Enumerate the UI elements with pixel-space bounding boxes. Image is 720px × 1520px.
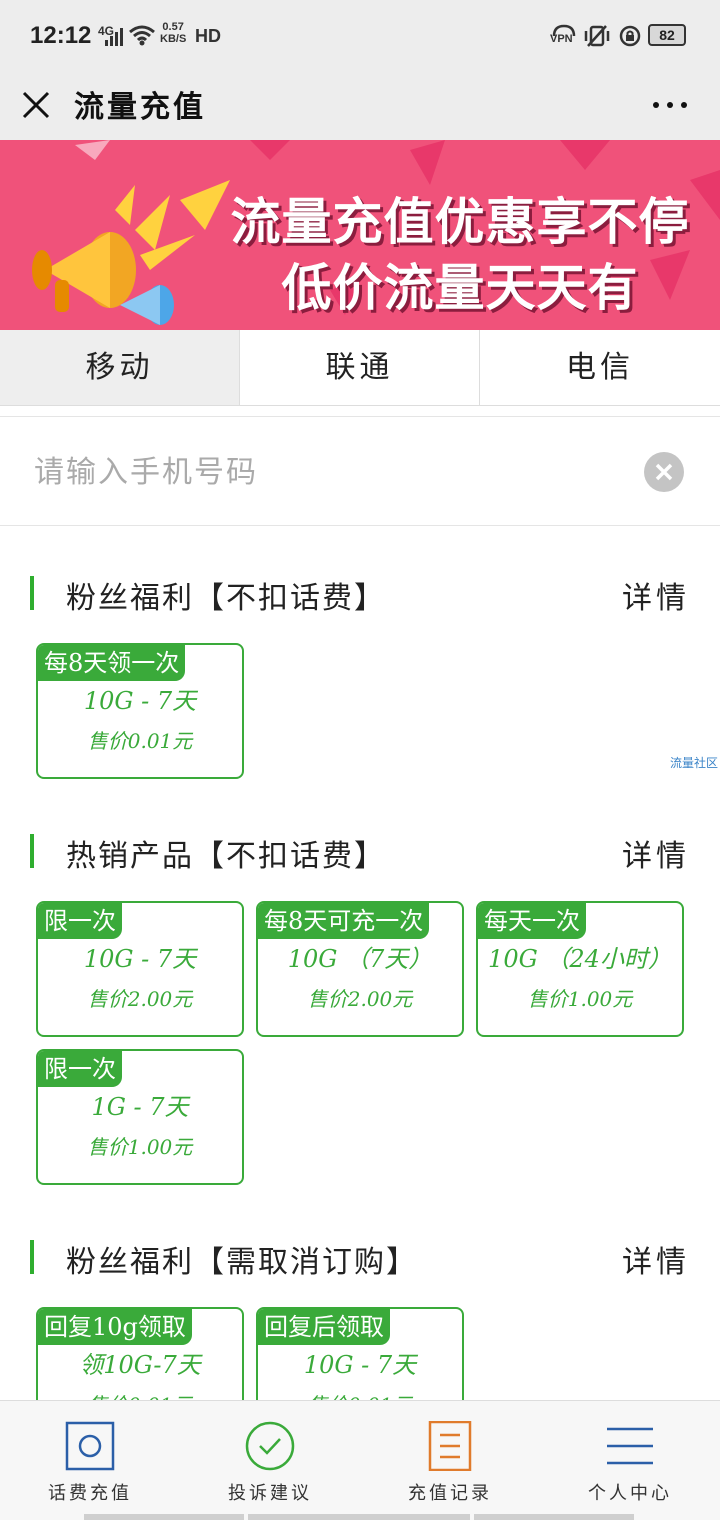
product-card[interactable]: 限一次 1G - 7天 售价1.00元 [36,1049,244,1185]
banner-line-2: 低价流量天天有 [281,259,639,317]
vpn-icon: VPN [550,24,578,48]
bottom-nav-label: 个人中心 [588,1483,672,1504]
clear-icon [655,463,673,481]
card-spec: 10G - 7天 [303,1351,417,1379]
carrier-tabs: 移动 联通 电信 [0,330,720,406]
bottom-nav-label: 充值记录 [408,1483,492,1504]
bottom-nav-recharge[interactable]: 话费充值 [0,1401,180,1520]
promo-banner[interactable]: 流量充值优惠享不停 低价流量天天有 [0,140,720,330]
rotation-lock-icon [619,25,641,47]
bottom-nav-records[interactable]: 充值记录 [360,1401,540,1520]
section-accent-bar [30,1240,34,1274]
section-header: 粉丝福利【需取消订购】 详情 [0,1232,720,1282]
card-tag: 每8天可充一次 [258,903,430,939]
check-circle-icon [245,1421,295,1471]
page-title: 流量充值 [74,90,206,125]
banner-line-1: 流量充值优惠享不停 [230,193,690,251]
section-header: 粉丝福利【不扣话费】 详情 [0,568,720,618]
more-icon [653,102,687,108]
section-accent-bar [30,576,34,610]
clear-button[interactable] [644,452,684,492]
details-link[interactable]: 详情 [622,831,690,875]
product-card[interactable]: 每天一次 10G （24小时） 售价1.00元 [476,901,684,1037]
card-tag: 回复后领取 [258,1309,390,1345]
battery-indicator: 82 [648,24,686,46]
product-card[interactable]: 限一次 10G - 7天 售价2.00元 [36,901,244,1037]
vibrate-icon [584,25,610,47]
more-button[interactable] [648,88,692,122]
bottom-indicator [248,1514,470,1520]
card-spec: 10G - 7天 [83,687,197,715]
section-title: 粉丝福利【需取消订购】 [66,1245,418,1280]
card-price: 售价2.00元 [87,987,193,1011]
section-title: 粉丝福利【不扣话费】 [66,581,386,616]
bottom-nav-profile[interactable]: 个人中心 [540,1401,720,1520]
card-tag: 限一次 [38,903,122,939]
bottom-nav-label: 投诉建议 [228,1483,312,1504]
card-price: 售价0.01元 [87,729,193,753]
card-price: 售价1.00元 [527,987,633,1011]
signal-icon [105,28,123,46]
card-tag: 每天一次 [478,903,586,939]
card-tag: 限一次 [38,1051,122,1087]
community-link[interactable]: 流量社区 [670,754,718,771]
card-tag: 回复10g领取 [38,1309,192,1345]
phone-input-row [0,416,720,526]
card-price: 售价2.00元 [307,987,413,1011]
wifi-icon [129,25,155,46]
section-accent-bar [30,834,34,868]
nav-bar: 流量充值 [0,70,720,140]
bottom-indicator [474,1514,634,1520]
card-spec: 10G （7天） [287,945,433,973]
bottom-nav-label: 话费充值 [48,1483,132,1504]
tab-unicom[interactable]: 联通 [240,330,480,405]
section-header: 热销产品【不扣话费】 详情 [0,826,720,876]
close-icon [22,91,50,119]
card-spec: 1G - 7天 [91,1093,189,1121]
megaphone-icon [32,185,195,325]
card-price: 售价1.00元 [87,1135,193,1159]
details-link[interactable]: 详情 [622,1237,690,1281]
close-button[interactable] [16,80,60,130]
product-card[interactable]: 每8天可充一次 10G （7天） 售价2.00元 [256,901,464,1037]
document-icon [428,1421,472,1471]
network-speed: 0.57 KB/S [160,21,187,45]
details-link[interactable]: 详情 [622,573,690,617]
recharge-icon [65,1421,115,1471]
status-time: 12:12 [30,22,92,49]
product-card[interactable]: 每8天领一次 10G - 7天 售价0.01元 [36,643,244,779]
hd-indicator: HD [195,26,221,46]
card-spec: 10G （24小时） [488,945,672,973]
status-bar: 12:12 4G 0.57 KB/S HD VPN 82 [0,0,720,70]
bottom-nav: 话费充值 投诉建议 充值记录 个人中心 [0,1400,720,1520]
phone-input[interactable] [34,447,614,497]
bottom-indicator [84,1514,244,1520]
card-spec: 10G - 7天 [83,945,197,973]
card-spec: 领10G-7天 [79,1351,201,1379]
menu-icon [607,1427,653,1465]
section-title: 热销产品【不扣话费】 [66,839,386,874]
card-tag: 每8天领一次 [38,645,186,681]
bottom-nav-feedback[interactable]: 投诉建议 [180,1401,360,1520]
tab-mobile[interactable]: 移动 [0,330,240,405]
tab-telecom[interactable]: 电信 [480,330,720,405]
